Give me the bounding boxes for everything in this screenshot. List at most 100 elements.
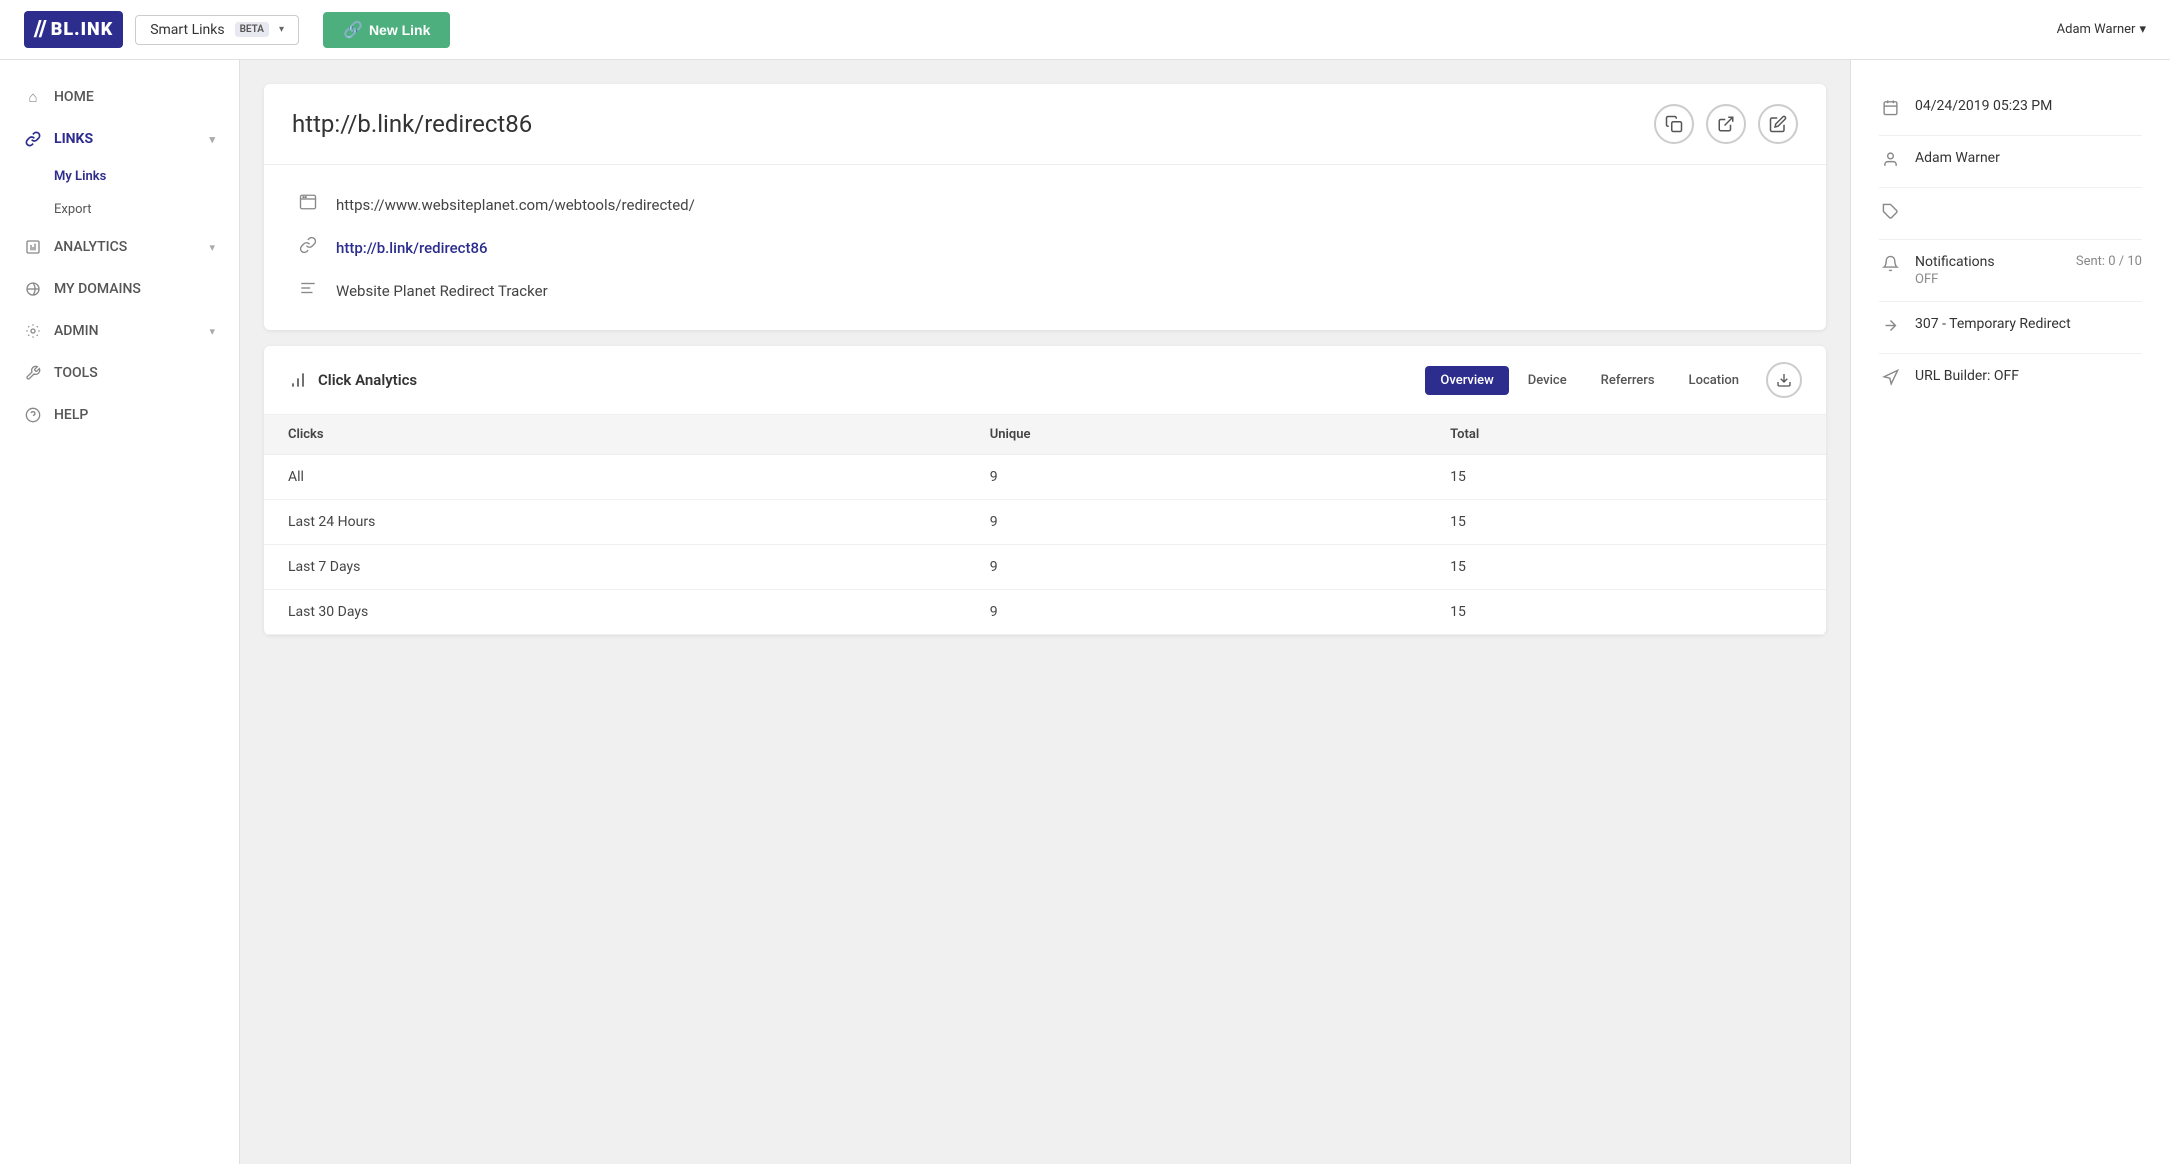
- smart-links-dropdown[interactable]: Smart Links BETA ▾: [135, 15, 299, 45]
- col-clicks: Clicks: [264, 415, 966, 455]
- new-link-label: New Link: [369, 22, 430, 38]
- row-unique: 9: [966, 455, 1426, 500]
- analytics-icon: [24, 238, 42, 256]
- sidebar-item-analytics[interactable]: ANALYTICS ▾: [0, 226, 239, 268]
- destination-url: https://www.websiteplanet.com/webtools/r…: [336, 196, 695, 214]
- col-total: Total: [1426, 415, 1826, 455]
- rp-notif-status: OFF: [1915, 272, 2142, 287]
- analytics-tabs: Overview Device Referrers Location: [1425, 366, 1754, 395]
- bell-icon: [1879, 255, 1901, 277]
- tab-device[interactable]: Device: [1513, 366, 1582, 395]
- my-links-label: My Links: [54, 169, 106, 184]
- row-unique: 9: [966, 545, 1426, 590]
- row-label: Last 24 Hours: [264, 500, 966, 545]
- rp-url-builder-row: URL Builder: OFF: [1879, 354, 2142, 405]
- sidebar-analytics-label: ANALYTICS: [54, 239, 127, 255]
- download-icon: [1776, 372, 1792, 388]
- calendar-icon: [1879, 99, 1901, 121]
- analytics-title-area: Click Analytics: [288, 370, 417, 390]
- help-icon: [24, 406, 42, 424]
- rp-url-builder: URL Builder: OFF: [1915, 368, 2019, 384]
- sidebar-item-export[interactable]: Export: [0, 193, 239, 226]
- rp-owner-row: Adam Warner: [1879, 136, 2142, 188]
- tab-referrers[interactable]: Referrers: [1586, 366, 1670, 395]
- external-link-icon: [1717, 115, 1735, 133]
- tools-icon: [24, 364, 42, 382]
- tab-referrers-label: Referrers: [1601, 373, 1655, 388]
- sidebar-item-my-domains[interactable]: MY DOMAINS: [0, 268, 239, 310]
- table-row: Last 24 Hours 9 15: [264, 500, 1826, 545]
- row-total: 15: [1426, 590, 1826, 635]
- user-chevron-icon: ▾: [2139, 22, 2146, 37]
- rp-notifications-row: Notifications Sent: 0 / 10 OFF: [1879, 240, 2142, 302]
- megaphone-icon: [1879, 369, 1901, 391]
- sidebar-item-help[interactable]: HELP: [0, 394, 239, 436]
- row-total: 15: [1426, 545, 1826, 590]
- short-link-row: http://b.link/redirect86: [296, 236, 1794, 259]
- copy-button[interactable]: [1654, 104, 1694, 144]
- row-label: Last 7 Days: [264, 545, 966, 590]
- tab-location[interactable]: Location: [1674, 366, 1754, 395]
- sidebar-help-label: HELP: [54, 407, 88, 423]
- logo-text: BL.INK: [51, 19, 113, 40]
- sidebar-item-admin[interactable]: ADMIN ▾: [0, 310, 239, 352]
- redirect-icon: [1879, 317, 1901, 339]
- row-total: 15: [1426, 500, 1826, 545]
- links-chevron-icon: ▾: [209, 133, 215, 146]
- link-row-icon: [296, 236, 320, 259]
- tab-overview[interactable]: Overview: [1425, 366, 1508, 395]
- sidebar-item-home[interactable]: ⌂ HOME: [0, 76, 239, 118]
- domains-icon: [24, 280, 42, 298]
- sidebar-links-sub: My Links Export: [0, 160, 239, 226]
- analytics-card: Click Analytics Overview Device Referrer…: [264, 346, 1826, 635]
- admin-icon: [24, 322, 42, 340]
- sidebar-item-links[interactable]: LINKS ▾: [0, 118, 239, 160]
- short-link[interactable]: http://b.link/redirect86: [336, 239, 488, 257]
- sidebar-item-my-links[interactable]: My Links: [0, 160, 239, 193]
- analytics-header: Click Analytics Overview Device Referrer…: [264, 346, 1826, 415]
- browser-icon: [296, 193, 320, 216]
- sidebar-domains-label: MY DOMAINS: [54, 281, 141, 297]
- rp-redirect-row: 307 - Temporary Redirect: [1879, 302, 2142, 354]
- page-header: http://b.link/redirect86: [264, 84, 1826, 165]
- admin-chevron-icon: ▾: [209, 325, 215, 338]
- page-card: http://b.link/redirect86: [264, 84, 1826, 330]
- main-content: http://b.link/redirect86: [240, 60, 1850, 1164]
- sidebar-item-tools[interactable]: TOOLS: [0, 352, 239, 394]
- top-header: // BL.INK Smart Links BETA ▾ 🔗 New Link …: [0, 0, 2170, 60]
- destination-row: https://www.websiteplanet.com/webtools/r…: [296, 193, 1794, 216]
- title-icon: [296, 279, 320, 302]
- rp-tag-row: [1879, 188, 2142, 240]
- rp-notif-label: Notifications: [1915, 254, 1995, 270]
- rp-notif-top: Notifications Sent: 0 / 10: [1915, 254, 2142, 270]
- export-label: Export: [54, 202, 92, 217]
- right-panel: 04/24/2019 05:23 PM Adam Warner: [1850, 60, 2170, 1164]
- beta-badge: BETA: [235, 22, 269, 37]
- download-button[interactable]: [1766, 362, 1802, 398]
- col-unique: Unique: [966, 415, 1426, 455]
- smart-links-label: Smart Links: [150, 22, 224, 38]
- row-unique: 9: [966, 590, 1426, 635]
- row-label: All: [264, 455, 966, 500]
- rp-date-row: 04/24/2019 05:23 PM: [1879, 84, 2142, 136]
- sidebar-tools-label: TOOLS: [54, 365, 98, 381]
- tab-location-label: Location: [1689, 373, 1739, 388]
- row-unique: 9: [966, 500, 1426, 545]
- edit-button[interactable]: [1758, 104, 1798, 144]
- header-left: // BL.INK Smart Links BETA ▾ 🔗 New Link: [24, 11, 450, 48]
- rp-notif-sent: Sent: 0 / 10: [2076, 254, 2142, 269]
- copy-icon: [1665, 115, 1683, 133]
- tab-device-label: Device: [1528, 373, 1567, 388]
- rp-owner: Adam Warner: [1915, 150, 2000, 166]
- page-url: http://b.link/redirect86: [292, 110, 532, 138]
- user-menu[interactable]: Adam Warner ▾: [2057, 22, 2146, 37]
- external-link-button[interactable]: [1706, 104, 1746, 144]
- table-row: Last 7 Days 9 15: [264, 545, 1826, 590]
- analytics-chevron-icon: ▾: [209, 241, 215, 254]
- sidebar-admin-label: ADMIN: [54, 323, 99, 339]
- logo-slash-icon: //: [34, 17, 47, 42]
- sidebar-links-label: LINKS: [54, 131, 93, 147]
- new-link-button[interactable]: 🔗 New Link: [323, 12, 450, 48]
- home-icon: ⌂: [24, 88, 42, 106]
- row-label: Last 30 Days: [264, 590, 966, 635]
